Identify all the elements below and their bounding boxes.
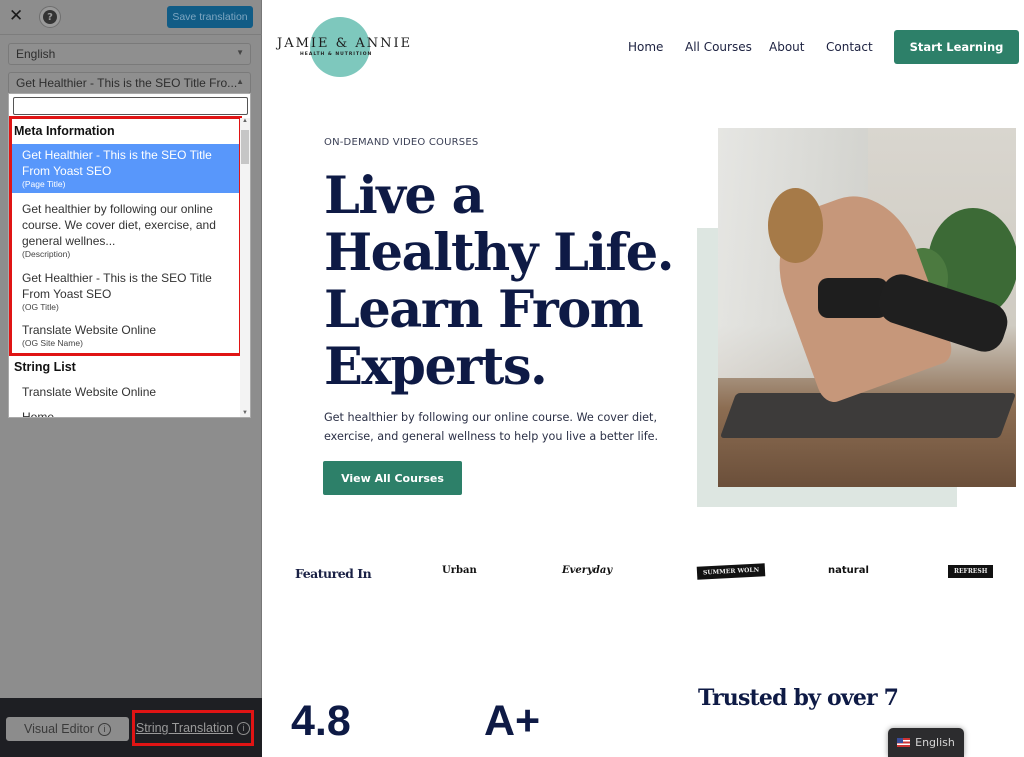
option-text: Home [22, 410, 55, 418]
brand-logo-everyday: Everyday [562, 565, 613, 576]
hero-description: Get healthier by following our online co… [324, 411, 659, 443]
group-string-list: String List [14, 360, 76, 374]
visual-editor-button[interactable]: Visual Editor i [6, 717, 129, 741]
option-og-title[interactable]: Get Healthier - This is the SEO Title Fr… [12, 267, 239, 316]
us-flag-icon [897, 738, 911, 747]
view-all-courses-button[interactable]: View All Courses [323, 461, 462, 495]
language-select[interactable]: English ▼ [8, 43, 251, 65]
hero-headline: Live a Healthy Life. Learn From Experts. [324, 166, 674, 397]
translation-editor-panel: ✕ ? Save translation English ▼ Get Health… [0, 0, 262, 757]
caret-down-icon: ▼ [236, 48, 244, 57]
option-text: Translate Website Online [22, 385, 157, 399]
brand-logo-natural: natural [828, 565, 869, 576]
option-og-site-name[interactable]: Translate Website Online (OG Site Name) [12, 319, 239, 352]
option-page-title[interactable]: Get Healthier - This is the SEO Title Fr… [12, 144, 239, 193]
stat-grade: A+ [484, 697, 541, 745]
hero-eyebrow: ON-DEMAND VIDEO COURSES [324, 137, 479, 148]
site-logo[interactable]: JAMIE & ANNIE HEALTH & NUTRITION [277, 17, 427, 77]
string-select-value: Get Healthier - This is the SEO Title Fr… [16, 76, 238, 90]
brand-logo-summer: SUMMER WOLN [696, 563, 766, 580]
nav-all-courses[interactable]: All Courses [685, 40, 752, 54]
string-translation-tab[interactable]: String Translation i [132, 710, 254, 746]
help-button[interactable]: ? [39, 6, 61, 28]
option-text: Get Healthier - This is the SEO Title Fr… [22, 271, 212, 301]
scrollbar-thumb[interactable] [241, 130, 249, 164]
nav-contact[interactable]: Contact [826, 40, 873, 54]
language-switcher-label: English [915, 736, 955, 749]
option-type: (OG Site Name) [22, 338, 83, 348]
scroll-down-icon[interactable]: ▼ [242, 410, 248, 416]
dropdown-scrollbar[interactable]: ▲ ▼ [240, 118, 250, 417]
string-dropdown: Meta Information Get Healthier - This is… [8, 93, 251, 418]
option-string[interactable]: Home [12, 406, 239, 418]
editor-topbar: ✕ ? Save translation [0, 0, 262, 35]
save-translation-button[interactable]: Save translation [167, 6, 253, 28]
option-type: (Description) [22, 249, 71, 259]
option-type: (OG Title) [22, 302, 59, 312]
trust-heading: Trusted by over 7000 Health Seekers, Wor… [698, 686, 898, 711]
language-switcher[interactable]: English [888, 728, 964, 757]
option-text: Get healthier by following our online co… [22, 202, 216, 248]
scroll-up-icon[interactable]: ▲ [242, 118, 248, 124]
nav-home[interactable]: Home [628, 40, 663, 54]
caret-up-icon: ▲ [236, 77, 244, 86]
brand-logo-urban: Urban [442, 565, 477, 576]
start-learning-button[interactable]: Start Learning [894, 30, 1019, 64]
option-type: (Page Title) [22, 179, 66, 189]
group-meta-information: Meta Information [14, 124, 115, 138]
language-select-value: English [16, 47, 56, 61]
info-icon[interactable]: i [97, 722, 111, 736]
close-icon[interactable]: ✕ [9, 6, 23, 26]
logo-tagline: HEALTH & NUTRITION [300, 52, 373, 57]
featured-in-label: Featured In [295, 566, 372, 581]
nav-about[interactable]: About [769, 40, 804, 54]
string-translation-label: String Translation [135, 721, 234, 735]
hero-image [718, 128, 1016, 487]
question-circle-icon: ? [43, 10, 57, 24]
string-select[interactable]: Get Healthier - This is the SEO Title Fr… [8, 72, 251, 94]
logo-name: JAMIE & ANNIE [277, 36, 413, 51]
option-text: Translate Website Online [22, 323, 157, 337]
option-description[interactable]: Get healthier by following our online co… [12, 198, 239, 263]
visual-editor-label: Visual Editor [24, 722, 94, 736]
info-icon[interactable]: i [237, 721, 251, 735]
stat-rating: 4.8 [291, 697, 351, 745]
dropdown-search-input[interactable] [13, 97, 248, 115]
brand-logo-refresh: REFRESH [948, 565, 994, 578]
option-string[interactable]: Translate Website Online [12, 381, 239, 403]
option-text: Get Healthier - This is the SEO Title Fr… [22, 148, 212, 178]
